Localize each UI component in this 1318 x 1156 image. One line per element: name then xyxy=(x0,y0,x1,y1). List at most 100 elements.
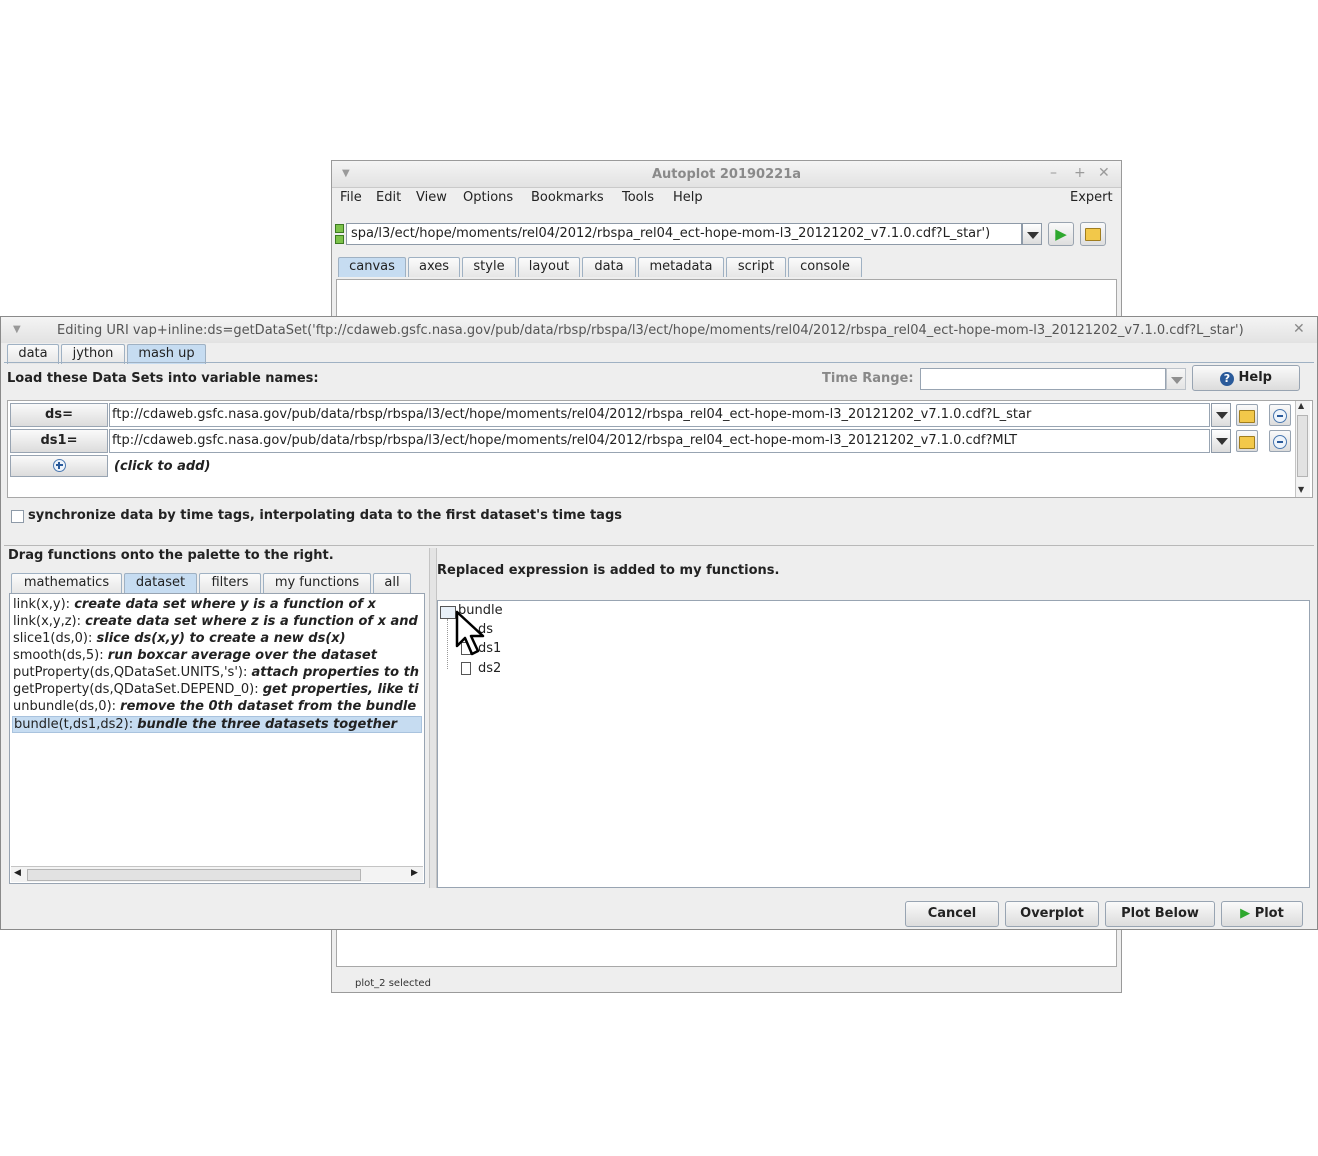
dialog-title-bar: ▼ Editing URI vap+inline:ds=getDataSet('… xyxy=(1,317,1317,343)
tab-dataset[interactable]: dataset xyxy=(124,573,197,593)
tab-data[interactable]: data xyxy=(582,257,636,277)
remove-icon xyxy=(1273,409,1287,423)
tab-style[interactable]: style xyxy=(462,257,516,277)
add-icon xyxy=(52,459,66,472)
minimize-icon[interactable]: – xyxy=(1050,165,1057,181)
edit-uri-dialog: ▼ Editing URI vap+inline:ds=getDataSet('… xyxy=(0,316,1318,930)
click-to-add-label[interactable]: (click to add) xyxy=(114,459,210,474)
dialog-close-icon[interactable]: ✕ xyxy=(1293,321,1305,337)
browse-ds-button[interactable] xyxy=(1236,404,1258,426)
dataset-name-ds[interactable]: ds= xyxy=(10,403,108,427)
function-list: link(x,y): create data set where y is a … xyxy=(9,593,425,884)
overplot-button[interactable]: Overplot xyxy=(1005,901,1099,927)
menu-bookmarks[interactable]: Bookmarks xyxy=(531,190,604,205)
tab-mathematics[interactable]: mathematics xyxy=(11,573,122,593)
help-icon: ? xyxy=(1220,372,1234,386)
play-icon: ▶ xyxy=(1055,225,1067,243)
remove-ds-button[interactable] xyxy=(1269,404,1291,426)
go-play-button[interactable]: ▶ xyxy=(1048,222,1074,246)
tab-editor-jython[interactable]: jython xyxy=(61,344,125,364)
browse-ds1-button[interactable] xyxy=(1236,430,1258,452)
time-range-dropdown[interactable] xyxy=(1166,368,1186,390)
function-item[interactable]: link(x,y): create data set where y is a … xyxy=(12,597,422,614)
dataset-uri-ds-dropdown[interactable] xyxy=(1211,403,1231,427)
expert-menu[interactable]: Expert xyxy=(1070,190,1113,205)
function-signature: unbundle(ds,0): xyxy=(13,699,117,714)
plot-button[interactable]: ▶ Plot xyxy=(1221,901,1303,927)
function-item[interactable]: smooth(ds,5): run boxcar average over th… xyxy=(12,648,422,665)
function-description: bundle the three datasets together xyxy=(137,717,398,732)
add-dataset-button[interactable] xyxy=(10,455,108,477)
function-item[interactable]: unbundle(ds,0): remove the 0th dataset f… xyxy=(12,699,422,716)
status-bar-text: plot_2 selected xyxy=(355,978,431,989)
scroll-left-icon[interactable]: ◀ xyxy=(14,868,21,878)
main-title-bar: ▼ Autoplot 20190221a – + ✕ xyxy=(332,161,1121,188)
tab-layout[interactable]: layout xyxy=(518,257,580,277)
folder-icon xyxy=(440,606,456,619)
tab-metadata[interactable]: metadata xyxy=(638,257,724,277)
menu-edit[interactable]: Edit xyxy=(376,190,401,205)
drag-functions-label: Drag functions onto the palette to the r… xyxy=(8,548,334,563)
dataset-name-ds1[interactable]: ds1= xyxy=(10,429,108,453)
help-label: Help xyxy=(1238,370,1272,385)
close-icon[interactable]: ✕ xyxy=(1098,165,1110,181)
function-description: create data set where z is a function of… xyxy=(85,614,422,629)
scroll-down-icon[interactable]: ▼ xyxy=(1298,485,1304,494)
time-range-input[interactable] xyxy=(920,368,1166,390)
tab-axes[interactable]: axes xyxy=(408,257,460,277)
dialog-menu-icon[interactable]: ▼ xyxy=(13,324,21,335)
tab-my-functions[interactable]: my functions xyxy=(263,573,371,593)
maximize-icon[interactable]: + xyxy=(1074,165,1086,181)
status-indicator-icon xyxy=(335,224,344,233)
menu-help[interactable]: Help xyxy=(673,190,703,205)
data-set-url-field[interactable]: spa/l3/ect/hope/moments/rel04/2012/rbspa… xyxy=(346,223,1022,245)
folder-icon xyxy=(1239,410,1255,423)
browse-button[interactable] xyxy=(1080,222,1106,246)
dataset-uri-ds1[interactable]: ftp://cdaweb.gsfc.nasa.gov/pub/data/rbsp… xyxy=(109,429,1210,453)
scroll-up-icon[interactable]: ▲ xyxy=(1298,401,1304,410)
folder-icon xyxy=(1085,228,1101,241)
hscroll-thumb[interactable] xyxy=(27,869,361,881)
file-icon xyxy=(461,662,471,675)
tab-divider xyxy=(4,362,1314,363)
help-button[interactable]: ? Help xyxy=(1192,365,1300,391)
tab-script[interactable]: script xyxy=(726,257,786,277)
function-description: run boxcar average over the dataset xyxy=(107,648,377,663)
tree-node-ds2[interactable]: ds2 xyxy=(478,661,501,676)
function-item[interactable]: putProperty(ds,QDataSet.UNITS,'s'): atta… xyxy=(12,665,422,682)
function-item[interactable]: slice1(ds,0): slice ds(x,y) to create a … xyxy=(12,631,422,648)
tab-editor-mash-up[interactable]: mash up xyxy=(127,344,206,364)
plot-below-button[interactable]: Plot Below xyxy=(1105,901,1215,927)
tab-all[interactable]: all xyxy=(373,573,411,593)
tab-console[interactable]: console xyxy=(788,257,862,277)
tab-filters[interactable]: filters xyxy=(199,573,261,593)
function-description: remove the 0th dataset from the bundle xyxy=(120,699,417,714)
status-indicator-icon-2 xyxy=(335,235,344,244)
tab-canvas[interactable]: canvas xyxy=(338,257,406,277)
remove-ds1-button[interactable] xyxy=(1269,430,1291,452)
menu-view[interactable]: View xyxy=(416,190,447,205)
url-history-dropdown[interactable] xyxy=(1022,223,1042,245)
menu-tools[interactable]: Tools xyxy=(622,190,654,205)
expression-tree-palette[interactable]: bundle ds ds1 ds2 xyxy=(437,600,1310,888)
split-pane-divider[interactable] xyxy=(429,548,437,888)
function-signature: smooth(ds,5): xyxy=(13,648,104,663)
function-item[interactable]: link(x,y,z): create data set where z is … xyxy=(12,614,422,631)
replaced-expression-message: Replaced expression is added to my funct… xyxy=(437,563,780,578)
function-item[interactable]: getProperty(ds,QDataSet.DEPEND_0): get p… xyxy=(12,682,422,699)
function-description: create data set where y is a function of… xyxy=(74,597,376,612)
menu-options[interactable]: Options xyxy=(463,190,513,205)
tab-editor-data[interactable]: data xyxy=(7,344,59,364)
dataset-uri-ds[interactable]: ftp://cdaweb.gsfc.nasa.gov/pub/data/rbsp… xyxy=(109,403,1210,427)
dataset-uri-ds1-dropdown[interactable] xyxy=(1211,429,1231,453)
function-item-selected[interactable]: bundle(t,ds1,ds2): bundle the three data… xyxy=(12,716,422,733)
menu-file[interactable]: File xyxy=(340,190,362,205)
cancel-button[interactable]: Cancel xyxy=(905,901,999,927)
function-list-hscrollbar[interactable]: ◀ ▶ xyxy=(11,866,423,882)
scroll-thumb[interactable] xyxy=(1297,415,1308,477)
scroll-right-icon[interactable]: ▶ xyxy=(411,868,418,878)
sync-checkbox[interactable] xyxy=(11,510,24,523)
dataset-list-scrollbar[interactable]: ▲ ▼ xyxy=(1295,401,1310,497)
section-divider xyxy=(4,545,1314,546)
function-signature: link(x,y): xyxy=(13,597,71,612)
